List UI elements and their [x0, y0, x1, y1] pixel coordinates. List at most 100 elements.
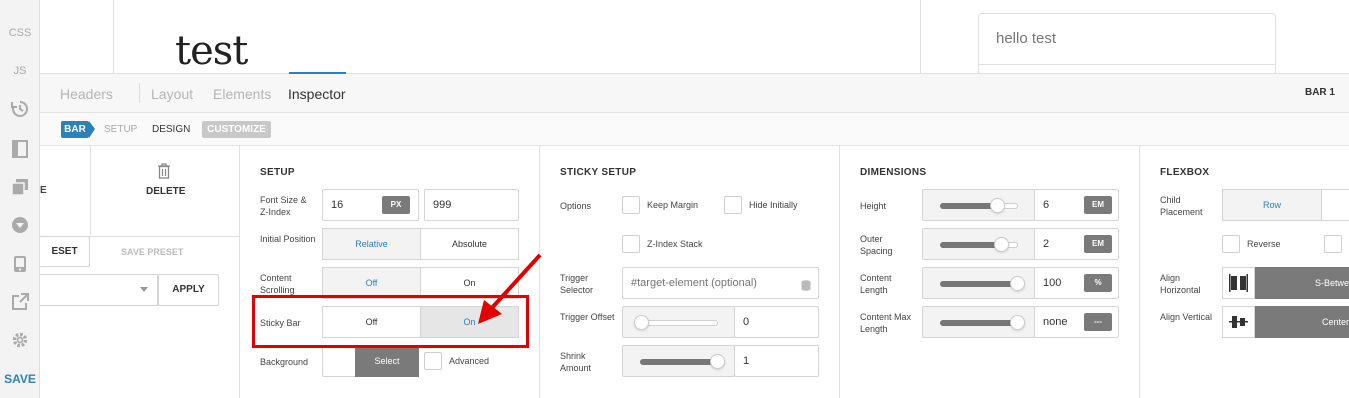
advanced-checkbox[interactable] — [424, 352, 442, 370]
content-max-length-slider[interactable] — [922, 306, 1035, 338]
child-placement-row[interactable]: Row — [1222, 189, 1322, 221]
trash-icon[interactable] — [157, 163, 171, 184]
database-icon — [801, 278, 811, 296]
outer-spacing-knob[interactable] — [994, 237, 1009, 252]
apply-button[interactable]: APPLY — [158, 274, 219, 306]
content-max-fill — [940, 320, 1018, 326]
child-placement-label: Child Placement — [1160, 195, 1203, 217]
align-vertical-icon[interactable] — [1222, 306, 1255, 338]
content-max-length-label: Content Max Length — [860, 312, 912, 334]
panel-divider — [839, 146, 840, 398]
align-horizontal-select[interactable]: S-Betwe — [1255, 267, 1349, 299]
shrink-amount-input[interactable]: 1 — [734, 345, 819, 377]
height-knob[interactable] — [990, 198, 1005, 213]
font-size-label: Font Size & Z-Index — [260, 195, 307, 217]
left-panel-divider — [90, 146, 91, 236]
history-icon[interactable] — [0, 90, 40, 128]
content-length-slider[interactable] — [922, 267, 1035, 299]
shrink-amount-slider[interactable] — [622, 345, 735, 377]
tab-elements[interactable]: Elements — [213, 74, 271, 114]
shrink-amount-label: Shrink Amount — [560, 351, 592, 373]
breadcrumb-setup[interactable]: SETUP — [104, 121, 137, 138]
tab-layout[interactable]: Layout — [151, 74, 193, 114]
height-label: Height — [860, 201, 887, 211]
preview-title: test — [175, 28, 248, 74]
options-label: Options — [560, 201, 592, 211]
content-max-knob[interactable] — [1010, 315, 1025, 330]
breadcrumb-design[interactable]: DESIGN — [152, 121, 190, 138]
align-vertical-select[interactable]: Center — [1255, 306, 1349, 338]
reverse-label: Reverse — [1247, 239, 1281, 249]
tab-inspector[interactable]: Inspector — [288, 74, 346, 114]
align-vertical-label: Align Vertical — [1160, 312, 1213, 322]
z-index-input[interactable]: 999 — [424, 189, 519, 221]
reverse-checkbox[interactable] — [1222, 235, 1240, 253]
tab-headers[interactable]: Headers — [60, 74, 113, 114]
z-index-stack-checkbox[interactable] — [622, 235, 640, 253]
content-length-unit[interactable]: % — [1084, 274, 1112, 292]
js-button[interactable]: JS — [0, 52, 40, 90]
breadcrumb-customize[interactable]: CUSTOMIZE — [202, 121, 271, 138]
bar-label: BAR 1 — [1304, 87, 1335, 98]
save-button[interactable]: SAVE — [0, 360, 40, 398]
trigger-offset-slider[interactable] — [622, 306, 735, 338]
css-button[interactable]: CSS — [0, 14, 40, 52]
trigger-offset-knob[interactable] — [634, 315, 649, 330]
background-select-button[interactable]: Select — [355, 345, 419, 377]
content-length-fill — [940, 281, 1018, 287]
wrap-checkbox[interactable] — [1324, 235, 1342, 253]
z-index-stack-label: Z-Index Stack — [647, 239, 703, 249]
height-unit[interactable]: EM — [1084, 196, 1112, 214]
outer-spacing-slider[interactable] — [922, 228, 1035, 260]
tab-separator — [139, 83, 140, 103]
keep-margin-label: Keep Margin — [647, 200, 699, 210]
trigger-offset-label: Trigger Offset — [560, 312, 615, 322]
outer-spacing-fill — [940, 242, 1002, 248]
trigger-offset-track — [640, 320, 718, 326]
chevron-down-icon — [140, 287, 148, 292]
trigger-offset-input[interactable]: 0 — [734, 306, 819, 338]
position-relative[interactable]: Relative — [322, 228, 421, 260]
initial-position-label: Initial Position — [260, 234, 316, 244]
save-preset-button[interactable]: SAVE PRESET — [121, 246, 183, 258]
content-scrolling-label: Content Scrolling — [260, 273, 295, 295]
sticky-setup-title: STICKY SETUP — [560, 167, 637, 178]
content-length-knob[interactable] — [1010, 276, 1025, 291]
trigger-selector-input[interactable] — [622, 267, 819, 299]
panel-divider — [239, 146, 240, 398]
outer-spacing-label: Outer Spacing — [860, 234, 893, 256]
setup-title: SETUP — [260, 167, 295, 178]
gear-icon[interactable] — [0, 321, 40, 359]
preset-select[interactable] — [40, 274, 158, 306]
font-size-unit[interactable]: PX — [382, 196, 410, 214]
left-panel-edge-label: E — [40, 185, 47, 196]
hide-initially-checkbox[interactable] — [724, 196, 742, 214]
breadcrumb-bar[interactable]: BAR — [61, 121, 89, 138]
delete-button[interactable]: DELETE — [146, 186, 185, 198]
preview-card-text: hello test — [996, 30, 1057, 47]
dimensions-title: DIMENSIONS — [860, 167, 927, 178]
breadcrumb-arrow-icon — [89, 121, 95, 138]
keep-margin-checkbox[interactable] — [622, 196, 640, 214]
child-placement-column[interactable] — [1321, 189, 1349, 221]
advanced-label: Advanced — [449, 356, 490, 366]
shrink-amount-fill — [640, 359, 718, 365]
flexbox-title: FLEXBOX — [1160, 167, 1210, 178]
copy-icon[interactable] — [0, 168, 40, 206]
active-tab-indicator — [289, 72, 346, 74]
reset-preset-button[interactable]: ESET — [40, 236, 90, 267]
shrink-amount-knob[interactable] — [710, 354, 725, 369]
outer-spacing-unit[interactable]: EM — [1084, 235, 1112, 253]
annotation-arrow-icon — [478, 253, 542, 324]
dropdown-icon[interactable] — [0, 206, 40, 244]
content-max-length-unit[interactable]: --- — [1084, 313, 1112, 331]
external-link-icon[interactable] — [0, 283, 40, 321]
mobile-icon[interactable] — [0, 245, 40, 283]
trigger-selector-label: Trigger Selector — [560, 273, 594, 295]
height-slider[interactable] — [922, 189, 1035, 221]
layout-icon[interactable] — [0, 130, 40, 168]
align-horizontal-icon[interactable] — [1222, 267, 1255, 299]
preview-card-divider — [979, 64, 1275, 65]
left-toolbar: CSS JS SAVE — [0, 0, 40, 398]
tab-bar: Headers Layout Elements Inspector — [40, 73, 1349, 113]
